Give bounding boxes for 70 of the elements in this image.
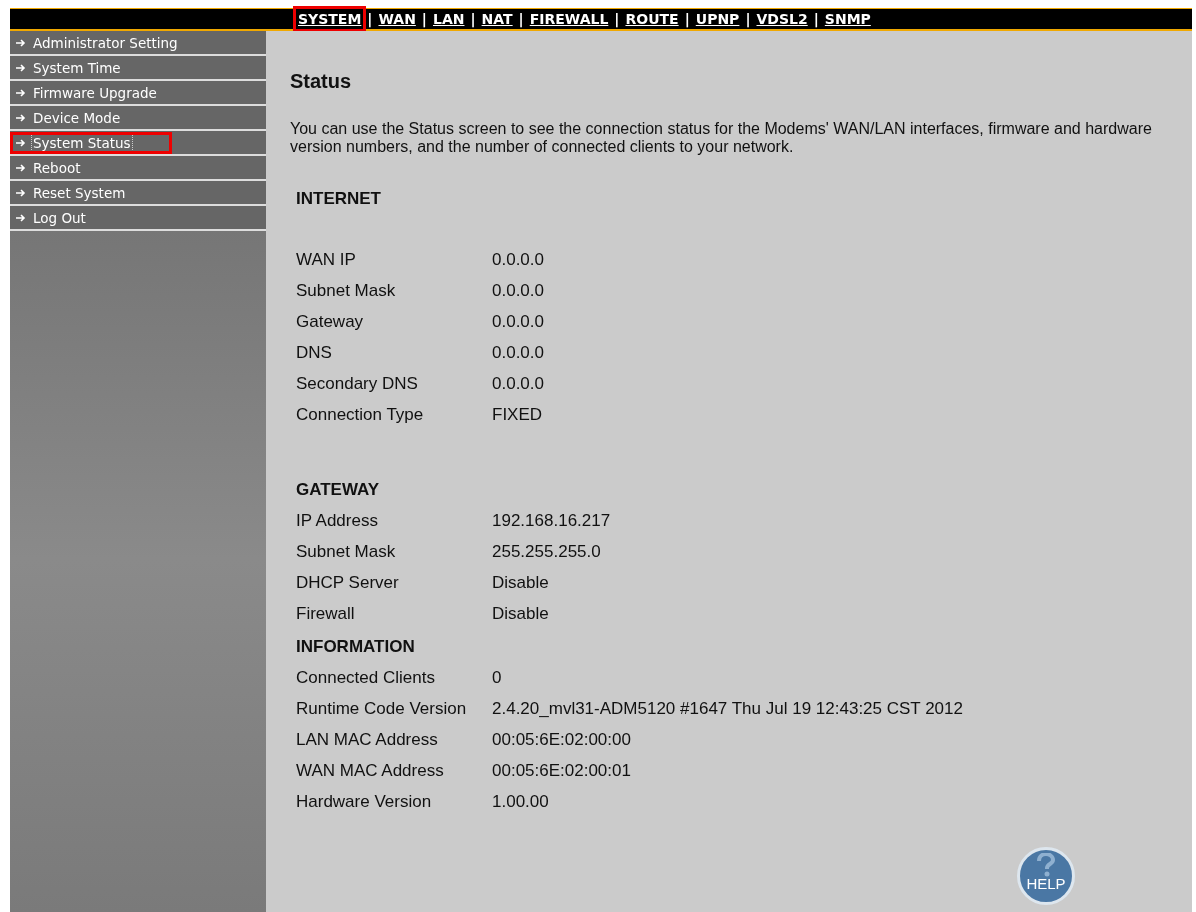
sidebar-item[interactable]: Log Out	[10, 206, 266, 231]
arrow-icon	[16, 38, 26, 47]
field-value: 255.255.255.0	[492, 541, 601, 562]
sidebar-item[interactable]: Reset System	[10, 181, 266, 206]
separator: |	[613, 11, 621, 27]
page-description: You can use the Status screen to see the connection status for the Modems' WAN/LAN interfaces, firmware and hardware version numbers, and the number of connected clients to your network.	[290, 120, 1153, 156]
nav-tab[interactable]: SYSTEM	[296, 9, 364, 29]
arrow-icon	[16, 63, 26, 72]
nav-tab[interactable]: LAN	[431, 9, 467, 29]
field-value: FIXED	[492, 404, 543, 425]
sidebar-item[interactable]: Device Mode	[10, 106, 266, 131]
field-value: 00:05:6E:02:00:01	[492, 760, 631, 781]
field-value: 0.0.0.0	[492, 249, 544, 270]
nav-tab[interactable]: NAT	[479, 9, 515, 29]
nav-tab[interactable]: SNMP	[822, 9, 873, 29]
field-value: 2.4.20_mvl31-ADM5120 #1647 Thu Jul 19 12:43:25 CST 2012	[492, 698, 963, 719]
field-value: 00:05:6E:02:00:00	[492, 729, 631, 750]
section-heading: INFORMATION	[296, 636, 416, 658]
nav-tab[interactable]: VDSL2	[754, 9, 810, 29]
separator: |	[744, 11, 752, 27]
arrow-icon	[16, 113, 26, 122]
field-label: WAN MAC Address	[296, 760, 445, 781]
field-label: Hardware Version	[296, 791, 433, 812]
nav-tab[interactable]: UPNP	[693, 9, 742, 29]
separator: |	[812, 11, 820, 27]
field-value: 0	[492, 667, 502, 688]
page-title: Status	[289, 69, 353, 93]
field-value: 0.0.0.0	[492, 342, 544, 363]
nav-tab[interactable]: FIREWALL	[527, 9, 611, 29]
field-value: 192.168.16.217	[492, 510, 611, 531]
field-label: IP Address	[296, 510, 379, 531]
field-label: Subnet Mask	[296, 541, 397, 562]
section-heading: GATEWAY	[296, 479, 381, 501]
nav-tab[interactable]: ROUTE	[623, 9, 681, 29]
field-value: Disable	[492, 603, 549, 624]
separator: |	[469, 11, 477, 27]
field-value: Disable	[492, 572, 549, 593]
sidebar-item[interactable]: System Status	[10, 131, 266, 156]
field-label: Secondary DNS	[296, 373, 419, 394]
field-label: Firewall	[296, 603, 356, 624]
arrow-icon	[16, 213, 26, 222]
separator: |	[420, 11, 428, 27]
arrow-icon	[16, 163, 26, 172]
field-label: Gateway	[296, 311, 365, 332]
question-mark-icon	[1035, 853, 1057, 877]
sidebar-item[interactable]: Reboot	[10, 156, 266, 181]
field-label: DNS	[296, 342, 333, 363]
sidebar-item[interactable]: System Time	[10, 56, 266, 81]
field-label: LAN MAC Address	[296, 729, 439, 750]
field-value: 0.0.0.0	[492, 373, 544, 394]
section-heading: INTERNET	[296, 188, 382, 210]
arrow-icon	[16, 188, 26, 197]
field-label: Connection Type	[296, 404, 425, 425]
field-value: 0.0.0.0	[492, 311, 544, 332]
arrow-icon	[16, 138, 26, 147]
sidebar-item[interactable]: Administrator Setting	[10, 31, 266, 56]
sidebar-item[interactable]: Firmware Upgrade	[10, 81, 266, 106]
separator: |	[366, 11, 374, 27]
field-value: 0.0.0.0	[492, 280, 544, 301]
separator: |	[517, 11, 525, 27]
arrow-icon	[16, 88, 26, 97]
field-label: Runtime Code Version	[296, 698, 468, 719]
field-label: Connected Clients	[296, 667, 436, 688]
field-label: WAN IP	[296, 249, 357, 270]
help-button[interactable]: HELP	[1017, 847, 1075, 905]
separator: |	[683, 11, 691, 27]
field-label: Subnet Mask	[296, 280, 397, 301]
nav-tab[interactable]: WAN	[376, 9, 418, 29]
field-label: DHCP Server	[296, 572, 400, 593]
field-value: 1.00.00	[492, 791, 549, 812]
